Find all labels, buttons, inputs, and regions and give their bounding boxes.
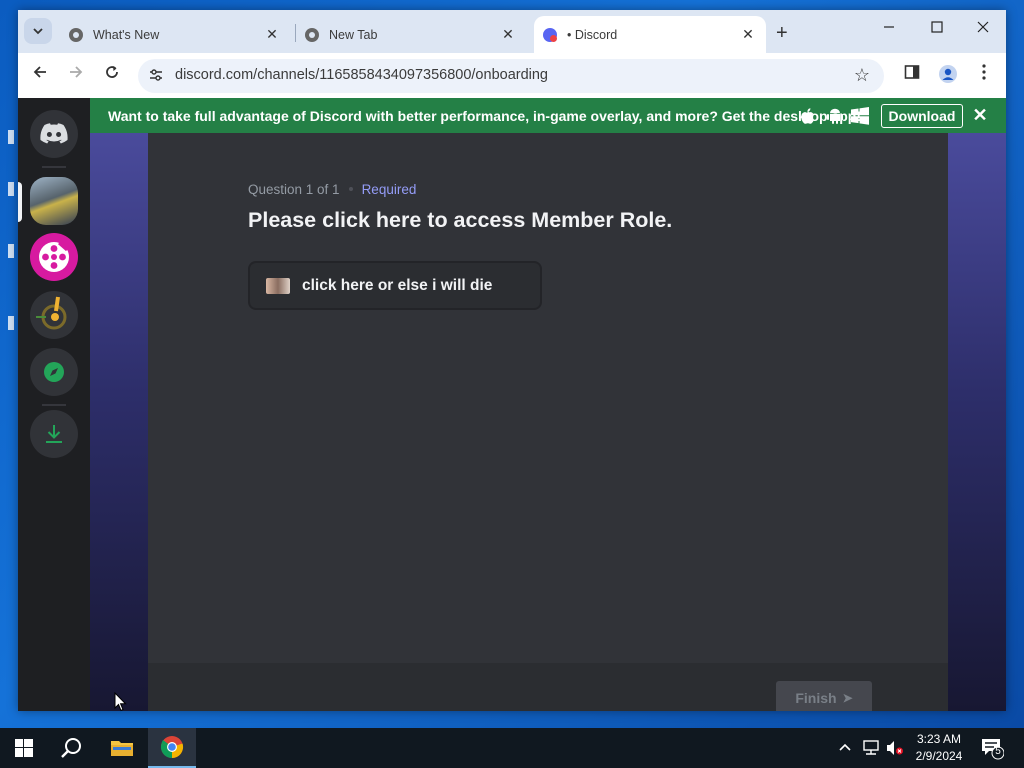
side-panel-icon: [904, 65, 920, 79]
chrome-icon: [160, 736, 184, 759]
arrow-left-icon: [33, 66, 46, 78]
maximize-button[interactable]: [914, 20, 960, 38]
forward-button[interactable]: [64, 64, 88, 85]
download-button[interactable]: Download: [881, 104, 963, 128]
tab-close-icon[interactable]: ✕: [500, 26, 516, 43]
tray-overflow-icon[interactable]: [838, 740, 852, 755]
banner-close-button[interactable]: ✕: [970, 105, 990, 126]
download-apps-button[interactable]: [30, 410, 78, 458]
search-icon: [61, 738, 81, 758]
tab-strip: What's New ✕ New Tab ✕ • Discord ✕ +: [18, 10, 1006, 53]
home-button[interactable]: [30, 110, 78, 158]
required-label: Required: [361, 182, 417, 197]
windows-start-icon: [15, 739, 33, 757]
explore-servers-icon: [44, 362, 64, 382]
onboarding-backdrop: Question 1 of 1 Required Please click her…: [90, 133, 1006, 711]
chevron-down-icon: [33, 28, 43, 35]
chrome-taskbar-button[interactable]: [148, 728, 196, 768]
sidebar-divider: [42, 166, 66, 168]
profile-button[interactable]: [936, 64, 960, 89]
close-window-button[interactable]: [960, 20, 1006, 38]
tab-title: • Discord: [567, 27, 618, 42]
notification-count: 5: [995, 746, 1001, 757]
start-button[interactable]: [0, 728, 48, 768]
minimize-button[interactable]: [866, 20, 912, 38]
new-tab-button[interactable]: +: [776, 22, 788, 45]
option-label: click here or else i will die: [302, 276, 493, 294]
reload-icon: [106, 66, 118, 78]
chrome-icon: [69, 27, 83, 42]
back-button[interactable]: [28, 64, 52, 85]
clock-time: 3:23 AM: [916, 732, 962, 746]
bookmark-star-icon[interactable]: ☆: [854, 65, 870, 86]
side-panel-button[interactable]: [900, 64, 924, 85]
onboarding-panel: Question 1 of 1 Required Please click her…: [148, 133, 948, 711]
question-title: Please click here to access Member Role.: [248, 208, 673, 232]
question-meta: Question 1 of 1 Required: [248, 182, 416, 197]
system-clock[interactable]: 3:23 AM 2/9/2024: [906, 731, 972, 765]
finish-label: Finish: [795, 690, 837, 706]
server-sidebar: [18, 98, 90, 711]
server-item[interactable]: [30, 233, 78, 281]
windows-icon: [851, 107, 869, 125]
reload-button[interactable]: [100, 64, 124, 85]
download-apps-icon: [46, 425, 62, 443]
taskbar: 3:23 AM 2/9/2024 5: [0, 728, 1024, 768]
notification-center-button[interactable]: 5: [980, 736, 1005, 760]
profile-icon: [939, 65, 957, 83]
mouse-cursor-icon: [114, 692, 127, 712]
browser-window: What's New ✕ New Tab ✕ • Discord ✕ + dis…: [18, 10, 1006, 711]
explore-button[interactable]: [30, 348, 78, 396]
browser-toolbar: discord.com/channels/1165858434097356800…: [18, 53, 1006, 98]
tab-new-tab[interactable]: New Tab ✕: [300, 16, 526, 53]
close-icon: [977, 21, 989, 33]
tab-search-button[interactable]: [24, 18, 52, 44]
browser-menu-button[interactable]: [972, 64, 996, 85]
server-item[interactable]: [30, 177, 78, 225]
arrow-right-icon: [70, 66, 83, 78]
server-explosion-icon: [36, 296, 67, 330]
desktop-app-banner: Want to take full advantage of Discord w…: [90, 98, 1006, 133]
android-icon: [827, 108, 843, 124]
server-item[interactable]: [30, 291, 78, 339]
sidebar-divider: [42, 404, 66, 406]
tab-close-icon[interactable]: ✕: [264, 26, 280, 43]
desktop-icon-strip: [0, 120, 18, 380]
volume-muted-icon[interactable]: [886, 740, 904, 759]
finish-button[interactable]: Finish ➤: [776, 681, 872, 711]
minimize-icon: [884, 26, 894, 28]
role-option[interactable]: click here or else i will die: [248, 261, 542, 310]
address-bar[interactable]: discord.com/channels/1165858434097356800…: [138, 59, 884, 93]
file-explorer-button[interactable]: [98, 728, 146, 768]
discord-home-icon: [40, 123, 68, 144]
tab-title: What's New: [93, 27, 160, 42]
folder-icon: [111, 741, 133, 756]
search-button[interactable]: [48, 728, 96, 768]
kebab-menu-icon: [982, 64, 986, 80]
tab-title: New Tab: [329, 27, 378, 42]
tab-close-icon[interactable]: ✕: [740, 26, 756, 43]
maximize-icon: [931, 21, 943, 33]
server-film-reel-icon: [39, 241, 69, 272]
tab-whats-new[interactable]: What's New ✕: [64, 16, 290, 53]
chrome-icon: [305, 27, 319, 42]
clock-date: 2/9/2024: [915, 749, 963, 763]
question-progress: Question 1 of 1: [248, 182, 340, 197]
site-info-icon[interactable]: [148, 67, 164, 83]
tab-discord[interactable]: • Discord ✕: [534, 16, 766, 53]
option-emoji-icon: [266, 277, 290, 294]
selected-server-pill: [18, 182, 22, 222]
meta-separator: [348, 187, 353, 191]
discord-favicon-icon: [543, 27, 557, 42]
apple-icon: [801, 108, 814, 124]
finish-arrow-icon: ➤: [842, 691, 853, 705]
tab-divider: [295, 24, 296, 42]
network-icon[interactable]: [862, 740, 880, 759]
banner-message: Want to take full advantage of Discord w…: [108, 108, 862, 124]
discord-page: Want to take full advantage of Discord w…: [18, 98, 1006, 711]
url-text: discord.com/channels/1165858434097356800…: [175, 67, 548, 83]
